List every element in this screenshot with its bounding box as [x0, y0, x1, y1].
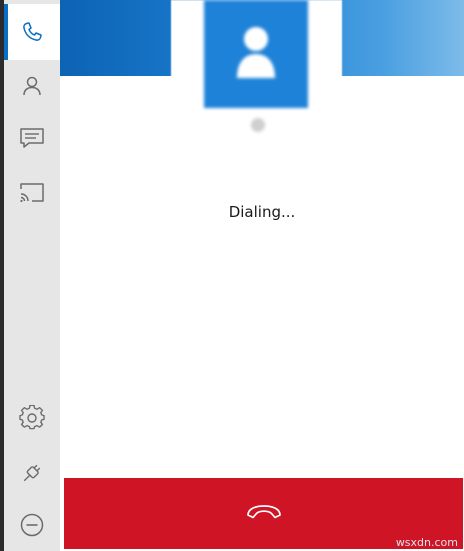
- sidebar-item-connection[interactable]: [4, 445, 60, 501]
- person-icon: [235, 24, 277, 84]
- sidebar-item-calls[interactable]: [4, 4, 60, 60]
- sidebar: [4, 0, 60, 551]
- your-phone-app-window: Dialing... wsxdn.com: [0, 0, 464, 551]
- sidebar-item-settings[interactable]: [4, 390, 60, 446]
- sidebar-item-messages[interactable]: [4, 110, 60, 166]
- contacts-icon: [20, 74, 44, 98]
- call-status: Dialing...: [228, 203, 296, 221]
- sidebar-item-screen-cast[interactable]: [4, 165, 60, 221]
- messages-icon: [19, 126, 45, 150]
- avatar: [204, 0, 308, 108]
- call-panel: Dialing... wsxdn.com: [60, 0, 464, 551]
- gear-icon: [19, 405, 45, 431]
- presence-indicator: [251, 118, 265, 132]
- disconnect-icon: [19, 512, 45, 538]
- plug-icon: [19, 460, 45, 486]
- sidebar-item-disconnect[interactable]: [4, 497, 60, 551]
- sidebar-item-contacts[interactable]: [4, 58, 60, 114]
- phone-icon: [20, 20, 44, 44]
- watermark: wsxdn.com: [395, 536, 458, 549]
- cast-icon: [18, 181, 46, 205]
- hang-up-icon: [245, 503, 283, 524]
